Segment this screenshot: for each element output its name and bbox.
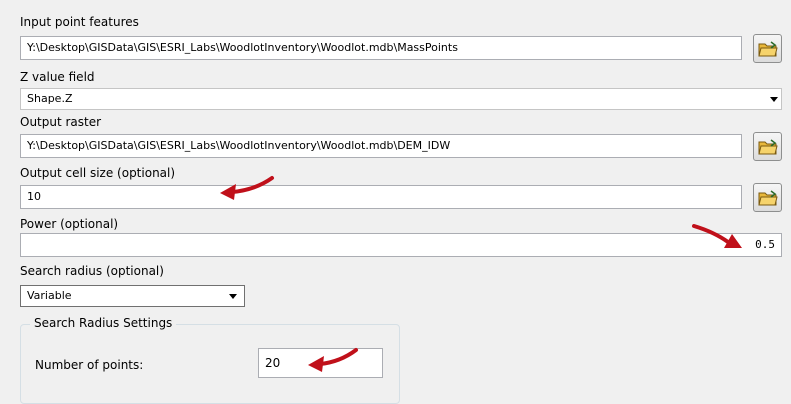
output-cell-size-field[interactable]: 10 (20, 185, 742, 209)
input-point-features-field[interactable]: Y:\Desktop\GISData\GIS\ESRI_Labs\Woodlot… (20, 36, 742, 60)
open-folder-icon (757, 138, 778, 154)
open-folder-icon (757, 40, 778, 56)
open-folder-icon (757, 189, 778, 205)
power-label: Power (optional) (20, 217, 119, 231)
red-arrow-icon (220, 176, 274, 200)
z-value-field-label: Z value field (20, 70, 95, 84)
red-arrow-icon (692, 224, 742, 248)
search-radius-select[interactable]: Variable (20, 285, 245, 307)
output-cell-size-label: Output cell size (optional) (20, 166, 176, 180)
power-field[interactable]: 0.5 (20, 233, 782, 257)
chevron-down-icon[interactable] (229, 294, 237, 299)
number-of-points-label: Number of points: (35, 358, 144, 372)
output-raster-browse-button[interactable] (753, 132, 782, 161)
red-arrow-icon (308, 348, 358, 372)
search-radius-settings-title: Search Radius Settings (30, 316, 177, 330)
input-point-features-label: Input point features (20, 15, 139, 29)
input-point-features-browse-button[interactable] (753, 34, 782, 63)
chevron-down-icon[interactable] (770, 97, 778, 102)
output-raster-field[interactable]: Y:\Desktop\GISData\GIS\ESRI_Labs\Woodlot… (20, 134, 742, 158)
z-value-field-select[interactable]: Shape.Z (20, 88, 782, 110)
output-raster-label: Output raster (20, 115, 102, 129)
output-cell-size-browse-button[interactable] (753, 183, 782, 212)
search-radius-label: Search radius (optional) (20, 264, 164, 278)
